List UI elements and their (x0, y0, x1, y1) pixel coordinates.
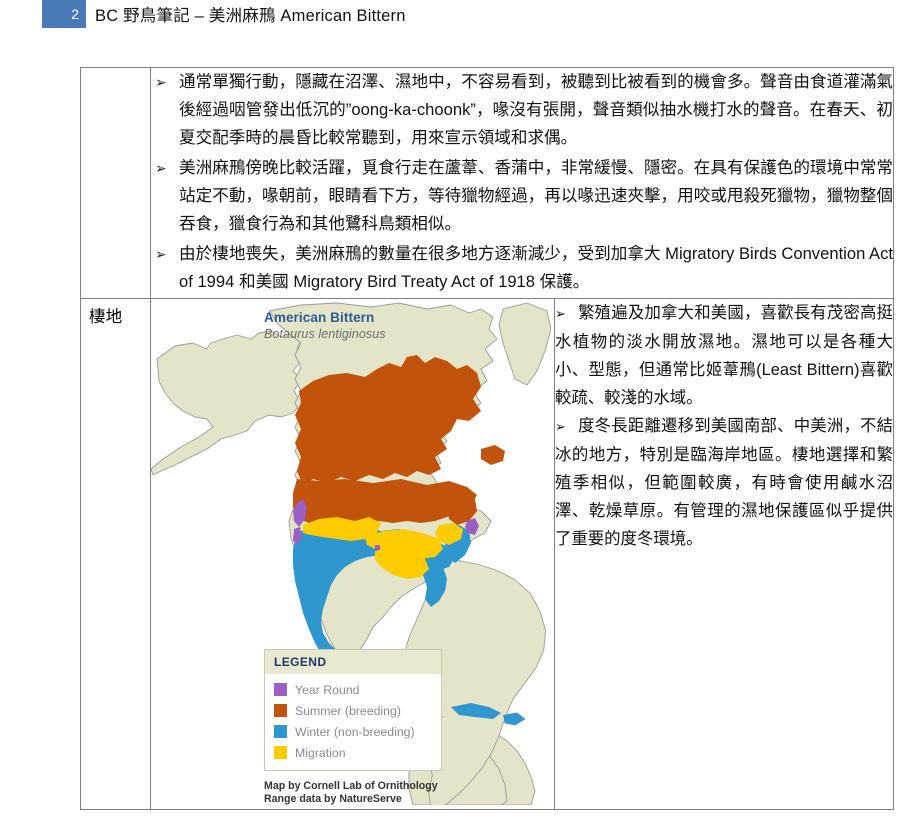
list-item: ➢ 通常單獨行動，隱藏在沼澤、濕地中，不容易看到，被聽到比被看到的機會多。聲音由… (151, 68, 893, 152)
legend-item-label: Migration (295, 745, 346, 760)
list-item: ➢ 由於棲地喪失，美洲麻鳽的數量在很多地方逐漸減少，受到加拿大 Migrator… (151, 240, 893, 296)
map-scientific-name: Botaurus lentiginosus (264, 327, 386, 341)
range-map: American Bittern Botaurus lentiginosus L… (151, 299, 551, 805)
list-item: ➢ 美洲麻鳽傍晚比較活躍，覓食行走在蘆葦、香蒲中，非常緩慢、隱密。在具有保護色的… (151, 154, 893, 238)
legend-item-summer: Summer (breeding) (274, 700, 441, 721)
legend-item-label: Winter (non-breeding) (295, 724, 415, 739)
legend-swatch-icon (274, 683, 287, 696)
bullet-arrow-icon: ➢ (555, 306, 566, 321)
bullet-arrow-icon: ➢ (555, 419, 566, 434)
table-row-notes: ➢ 通常單獨行動，隱藏在沼澤、濕地中，不容易看到，被聽到比被看到的機會多。聲音由… (80, 67, 895, 299)
legend-swatch-icon (274, 725, 287, 738)
bullet-arrow-icon: ➢ (155, 160, 167, 176)
habitat-description-cell: ➢ 繁殖遍及加拿大和美國，喜歡長有茂密高挺水植物的淡水開放濕地。濕地可以是各種大小… (553, 298, 895, 810)
legend-swatch-icon (274, 704, 287, 717)
page-number-badge: 2 (42, 0, 86, 28)
habitat-label: 棲地 (89, 307, 123, 326)
list-item-text: 美洲麻鳽傍晚比較活躍，覓食行走在蘆葦、香蒲中，非常緩慢、隱密。在具有保護色的環境… (179, 158, 894, 233)
map-legend: LEGEND Year Round Summer (breeding) Wint… (264, 649, 442, 771)
content-table: ➢ 通常單獨行動，隱藏在沼澤、濕地中，不容易看到，被聽到比被看到的機會多。聲音由… (80, 67, 895, 810)
legend-item-winter: Winter (non-breeding) (274, 721, 441, 742)
map-credit: Map by Cornell Lab of Ornithology Range … (264, 780, 438, 805)
legend-item-migration: Migration (274, 742, 441, 763)
map-title: American Bittern (264, 310, 375, 325)
habitat-label-cell: 棲地 (80, 298, 151, 810)
legend-item-year-round: Year Round (274, 679, 441, 700)
legend-item-list: Year Round Summer (breeding) Winter (non… (265, 674, 441, 770)
bullet-arrow-icon: ➢ (155, 246, 167, 262)
paragraph-text: 度冬長距離遷移到美國南部、中美洲，不結冰的地方，特別是臨海岸地區。棲地選擇和繁殖… (555, 417, 894, 548)
legend-swatch-icon (274, 746, 287, 759)
map-credit-line-2: Range data by NatureServe (264, 792, 402, 805)
bullet-arrow-icon: ➢ (155, 74, 167, 90)
list-item-text: 通常單獨行動，隱藏在沼澤、濕地中，不容易看到，被聽到比被看到的機會多。聲音由食道… (179, 72, 894, 147)
habitat-paragraph-wintering: ➢ 度冬長距離遷移到美國南部、中美洲，不結冰的地方，特別是臨海岸地區。棲地選擇和繁… (555, 412, 893, 553)
legend-item-label: Summer (breeding) (295, 703, 401, 718)
legend-heading: LEGEND (265, 650, 441, 674)
notes-cell: ➢ 通常單獨行動，隱藏在沼澤、濕地中，不容易看到，被聽到比被看到的機會多。聲音由… (149, 67, 895, 299)
page-header: 2 BC 野鳥筆記 – 美洲麻鳽 American Bittern (0, 0, 900, 30)
notes-bullet-list: ➢ 通常單獨行動，隱藏在沼澤、濕地中，不容易看到，被聽到比被看到的機會多。聲音由… (151, 68, 893, 296)
list-item-text: 由於棲地喪失，美洲麻鳽的數量在很多地方逐漸減少，受到加拿大 Migratory … (179, 244, 894, 291)
legend-item-label: Year Round (295, 682, 360, 697)
notes-label-cell (80, 67, 151, 299)
paragraph-text: 繁殖遍及加拿大和美國，喜歡長有茂密高挺水植物的淡水開放濕地。濕地可以是各種大小、… (555, 304, 894, 407)
page-title: BC 野鳥筆記 – 美洲麻鳽 American Bittern (95, 7, 406, 25)
habitat-paragraph-breeding: ➢ 繁殖遍及加拿大和美國，喜歡長有茂密高挺水植物的淡水開放濕地。濕地可以是各種大小… (555, 299, 893, 412)
table-row-habitat: 棲地 American Bittern Botaurus lentiginosu… (80, 298, 895, 810)
range-map-cell: American Bittern Botaurus lentiginosus L… (150, 298, 555, 810)
map-credit-line-1: Map by Cornell Lab of Ornithology (264, 780, 438, 792)
